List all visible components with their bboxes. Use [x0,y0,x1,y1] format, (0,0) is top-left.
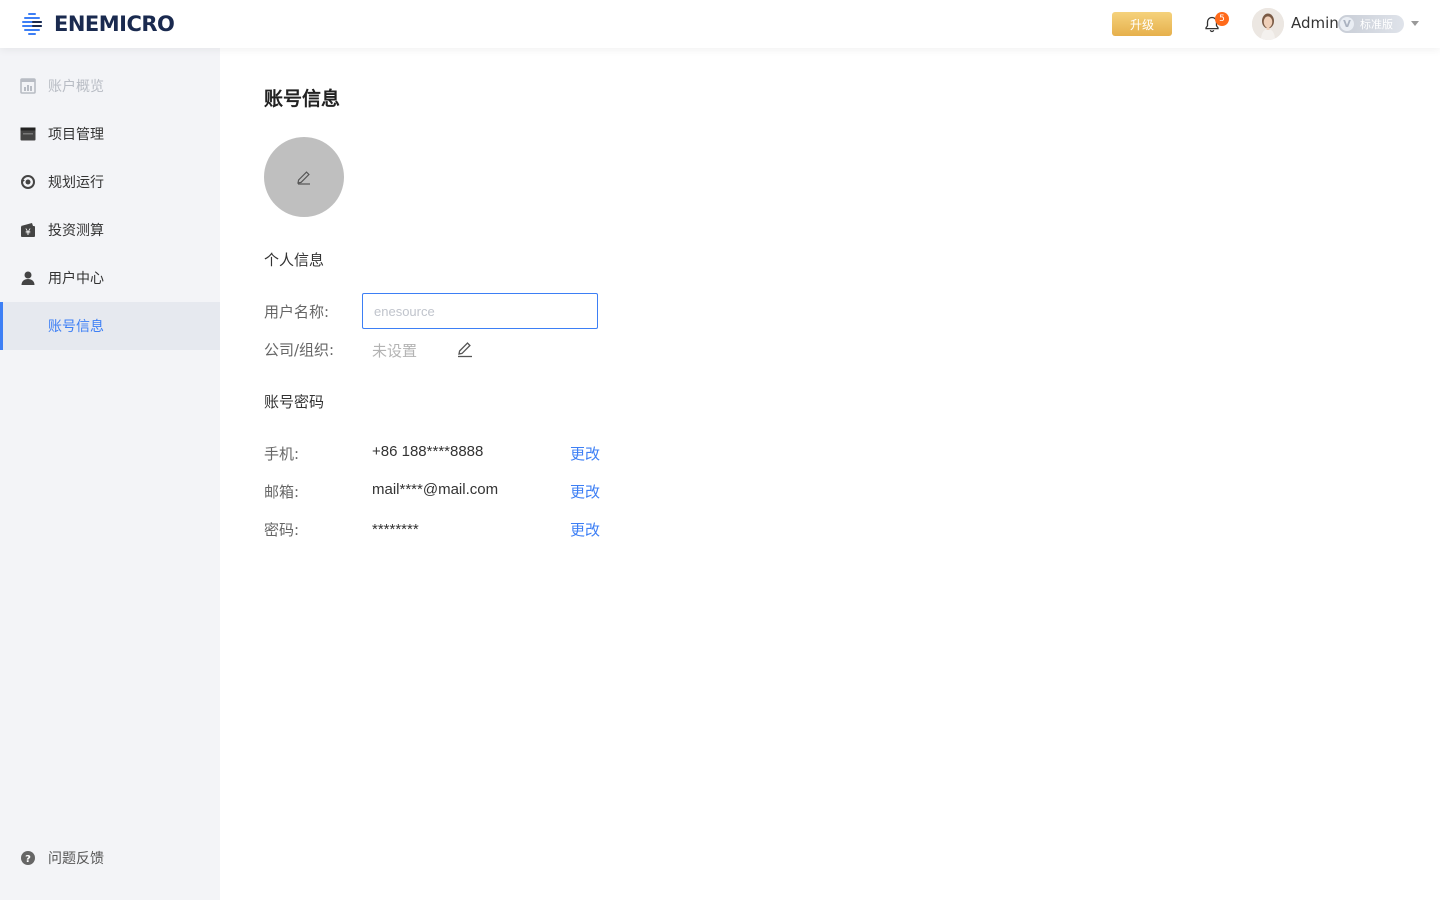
sidebar-item-label: 规划运行 [48,175,104,191]
account-password-heading: 账号密码 [264,393,325,411]
phone-value: +86 188****8888 [372,443,484,460]
username-input[interactable] [362,293,598,329]
run-icon [20,174,36,190]
avatar-upload[interactable] [264,137,344,217]
sidebar-item-user-center[interactable]: 用户中心 [0,254,220,302]
sidebar-item-investment[interactable]: ¥ 投资测算 [0,206,220,254]
logo-mark-icon [22,13,42,35]
page-title: 账号信息 [264,88,341,110]
sidebar-item-overview[interactable]: 账户概览 [0,62,220,110]
sidebar-item-account-info[interactable]: 账号信息 [0,302,220,350]
notification-badge: 5 [1215,12,1229,26]
change-password-link[interactable]: 更改 [570,519,600,540]
top-header: ENEMICRO 升级 5 Admin V 标准版 [0,0,1440,48]
personal-info-heading: 个人信息 [264,251,325,269]
change-phone-link[interactable]: 更改 [570,443,600,464]
svg-text:?: ? [25,854,31,865]
sidebar-item-feedback[interactable]: ? 问题反馈 [0,834,220,882]
plan-v-icon: V [1340,17,1354,31]
svg-text:¥: ¥ [25,228,31,238]
email-label: 邮箱: [264,483,300,501]
company-label: 公司/组织: [264,341,335,359]
user-photo-icon [1252,8,1284,40]
password-value: ******** [372,521,419,538]
sidebar-item-planning[interactable]: 规划运行 [0,158,220,206]
sidebar-item-label: 账号信息 [48,319,104,335]
sidebar-item-label: 账户概览 [48,79,104,95]
avatar[interactable] [1252,8,1284,40]
user-icon [20,270,36,286]
user-name[interactable]: Admin [1291,14,1339,32]
chevron-down-icon[interactable] [1411,21,1419,26]
folder-icon [20,126,36,142]
change-email-link[interactable]: 更改 [570,481,600,502]
username-label: 用户名称: [264,303,330,321]
sidebar-item-label: 项目管理 [48,127,104,143]
sidebar: 账户概览 项目管理 规划运行 ¥ 投资测算 用户中心 账号信息 ? 问题反馈 [0,48,220,900]
sidebar-item-label: 投资测算 [48,223,104,239]
email-value: mail****@mail.com [372,481,499,498]
plan-badge: V 标准版 [1338,15,1404,33]
overview-icon [20,78,36,94]
edit-pencil-icon[interactable] [456,340,474,358]
phone-label: 手机: [264,445,300,463]
sidebar-item-projects[interactable]: 项目管理 [0,110,220,158]
password-label: 密码: [264,521,300,539]
help-icon: ? [20,850,36,866]
brand-logo[interactable]: ENEMICRO [20,11,175,37]
sidebar-item-label: 用户中心 [48,271,104,287]
company-value: 未设置 [372,342,418,360]
brand-name: ENEMICRO [54,12,175,36]
upgrade-button[interactable]: 升级 [1112,12,1172,36]
plan-label: 标准版 [1360,18,1393,31]
feedback-label: 问题反馈 [48,851,104,867]
yen-wallet-icon: ¥ [20,222,36,238]
pencil-icon [297,171,310,185]
